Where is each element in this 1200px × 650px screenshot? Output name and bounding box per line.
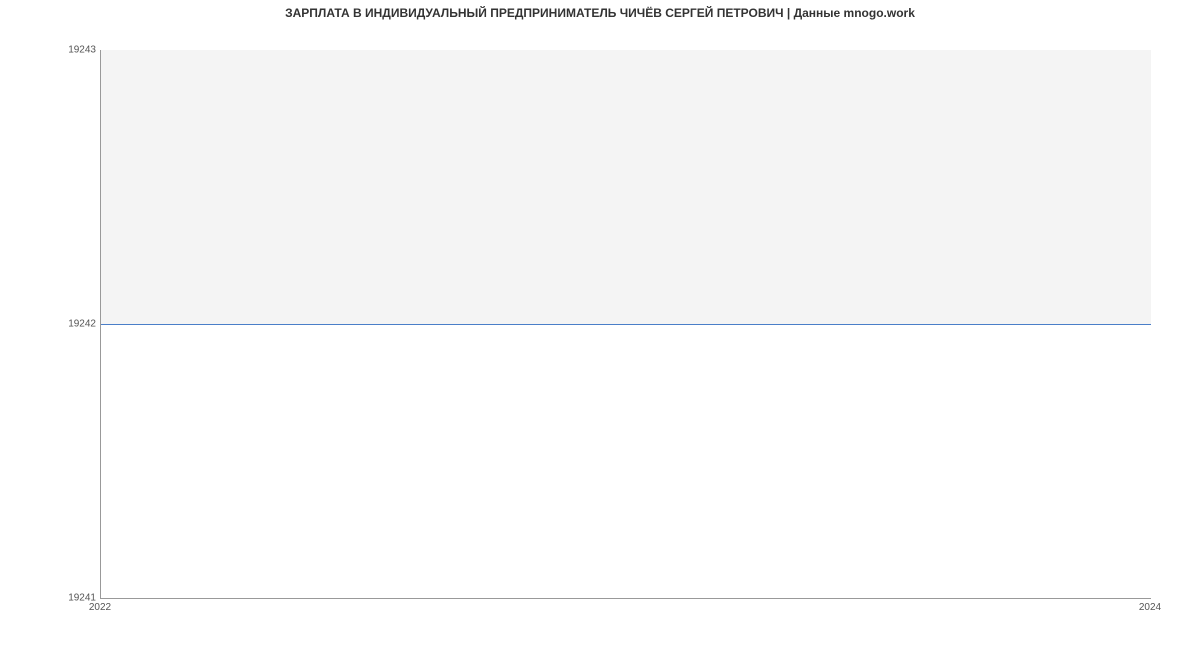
y-tick-label: 19243 [6, 45, 96, 56]
chart-title: ЗАРПЛАТА В ИНДИВИДУАЛЬНЫЙ ПРЕДПРИНИМАТЕЛ… [0, 6, 1200, 20]
salary-chart: ЗАРПЛАТА В ИНДИВИДУАЛЬНЫЙ ПРЕДПРИНИМАТЕЛ… [0, 0, 1200, 650]
y-tick-label: 19241 [6, 593, 96, 604]
x-tick-label: 2022 [89, 602, 111, 613]
y-tick-label: 19242 [6, 319, 96, 330]
x-tick-label: 2024 [1139, 602, 1161, 613]
series-line [101, 324, 1151, 325]
plot-area [100, 50, 1151, 599]
series-area-fill [101, 50, 1151, 325]
